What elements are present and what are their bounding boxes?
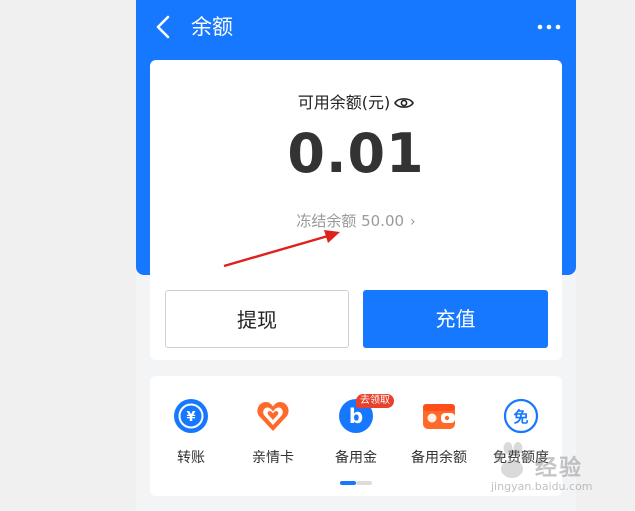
service-label: 转账 (177, 450, 205, 466)
service-free-quota[interactable]: 免 免费额度 (481, 398, 561, 468)
frozen-balance-label: 冻结余额 50.00 (296, 212, 405, 230)
balance-amount: 0.01 (287, 122, 425, 185)
more-button[interactable] (536, 16, 562, 38)
back-arrow-icon (156, 15, 170, 39)
chevron-right-icon: › (410, 214, 416, 230)
svg-text:免: 免 (513, 408, 528, 426)
svg-text:¥: ¥ (186, 410, 195, 425)
eye-icon[interactable] (394, 94, 415, 108)
services-card: ¥ 转账 亲情卡 b 备用金 去领取 备用余额 免 免费额度 (150, 376, 562, 496)
service-label: 免费额度 (493, 450, 549, 466)
page-dot-inactive (356, 481, 372, 485)
available-balance-label: 可用余额(元) (297, 93, 391, 112)
family-card-icon (257, 402, 289, 431)
service-label: 备用余额 (411, 450, 467, 466)
top-bar: 余额 (136, 0, 576, 56)
service-family-card[interactable]: 亲情卡 (233, 398, 313, 468)
recharge-button[interactable]: 充值 (363, 290, 548, 348)
available-balance-row: 可用余额(元) (150, 92, 562, 114)
service-reserve-fund[interactable]: b 备用金 (316, 398, 396, 468)
backup-balance-icon (423, 404, 455, 429)
page-dot-active (340, 481, 356, 485)
balance-card: 可用余额(元) 0.01 冻结余额 50.00 › 提现 充值 (150, 60, 562, 360)
more-dots-icon (537, 24, 561, 30)
page-title: 余额 (191, 15, 233, 39)
withdraw-button[interactable]: 提现 (165, 290, 349, 348)
transfer-icon: ¥ (174, 399, 208, 433)
service-label: 备用金 (335, 450, 377, 466)
frozen-balance-link[interactable]: 冻结余额 50.00 › (150, 210, 562, 233)
claim-badge[interactable]: 去领取 (356, 394, 394, 408)
service-backup-balance[interactable]: 备用余额 (399, 398, 479, 468)
page-indicator (340, 481, 372, 485)
free-quota-icon: 免 (503, 398, 539, 434)
service-label: 亲情卡 (252, 450, 294, 466)
phone-screen: 余额 可用余额(元) 0.01 冻结余额 50.00 › 提现 充值 ¥ 转账 … (136, 0, 576, 511)
service-transfer[interactable]: ¥ 转账 (151, 398, 231, 468)
back-button[interactable] (150, 12, 180, 42)
